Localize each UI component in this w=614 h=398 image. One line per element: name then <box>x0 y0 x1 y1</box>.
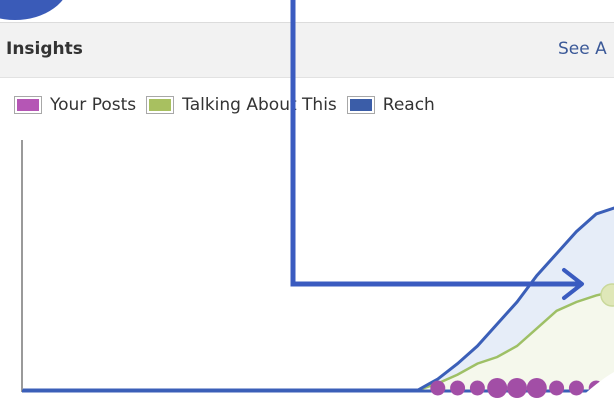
insights-chart <box>21 0 614 398</box>
annotation-arrow-line <box>290 0 580 287</box>
your-posts-point <box>450 380 466 396</box>
your-posts-point <box>487 378 508 398</box>
your-posts-point <box>430 380 446 396</box>
your-posts-point <box>469 380 485 396</box>
your-posts-point <box>507 378 527 398</box>
your-posts-point <box>549 380 565 396</box>
your-posts-point <box>526 378 547 398</box>
your-posts-point <box>568 380 584 396</box>
insights-panel: Insights See A Your Posts Talking About T… <box>0 0 614 398</box>
